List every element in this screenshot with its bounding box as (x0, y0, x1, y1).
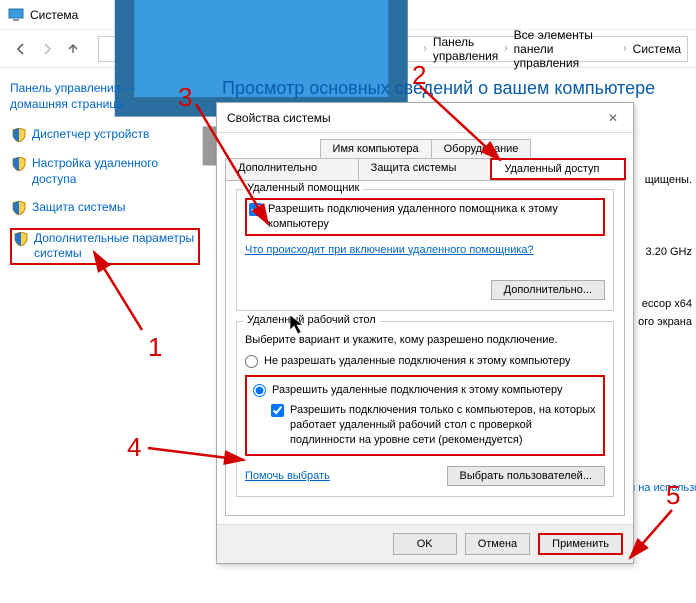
computer-icon (8, 7, 24, 23)
rd-nla-checkbox[interactable] (271, 404, 284, 417)
rd-option-disallow[interactable]: Не разрешать удаленные подключения к это… (245, 354, 605, 369)
tab-panel-remote: Удаленный помощник Разрешить подключения… (225, 180, 625, 516)
sidebar-item-label: Защита системы (32, 200, 125, 216)
bg-text: я на использов (629, 482, 696, 494)
window-title: Система (30, 8, 78, 22)
allow-ra-label: Разрешить подключения удаленного помощни… (268, 202, 601, 232)
sidebar: Панель управления — домашняя страница Ди… (0, 68, 210, 603)
ra-help-link[interactable]: Что происходит при включении удаленного … (245, 244, 534, 256)
sidebar-item-device-manager[interactable]: Диспетчер устройств (10, 126, 200, 144)
chevron-right-icon: › (623, 43, 626, 54)
rd-help-link[interactable]: Помочь выбрать (245, 470, 330, 482)
dialog-titlebar: Свойства системы ✕ (217, 103, 633, 133)
tab-hardware[interactable]: Оборудование (431, 139, 532, 158)
sidebar-home-l2: домашняя страница (10, 97, 123, 111)
annotation-2: 2 (412, 60, 426, 91)
rd-option-allow[interactable]: Разрешить удаленные подключения к этому … (253, 383, 597, 398)
group-title: Удаленный рабочий стол (243, 314, 380, 326)
up-button[interactable] (60, 36, 86, 62)
sidebar-home-l1: Панель управления — (10, 81, 136, 95)
shield-icon (14, 232, 28, 246)
close-button[interactable]: ✕ (603, 111, 623, 125)
group-title: Удаленный помощник (243, 182, 363, 194)
sidebar-item-system-protection[interactable]: Защита системы (10, 199, 200, 217)
breadcrumb-item[interactable]: Панель управления (433, 35, 498, 63)
tab-remote[interactable]: Удаленный доступ (490, 158, 626, 180)
annotation-3: 3 (178, 82, 192, 113)
rd-nla-label: Разрешить подключения только с компьютер… (290, 403, 597, 448)
rd-nla-checkbox-row[interactable]: Разрешить подключения только с компьютер… (271, 403, 597, 448)
ok-button[interactable]: OK (393, 533, 457, 555)
tab-advanced[interactable]: Дополнительно (225, 158, 359, 180)
navbar: › Панель управления › Все элементы панел… (0, 30, 696, 68)
bg-text: ессор x64 (642, 298, 692, 310)
rd-radio-allow[interactable] (253, 384, 266, 397)
allow-ra-checkbox-row[interactable]: Разрешить подключения удаленного помощни… (245, 198, 605, 236)
forward-button[interactable] (34, 36, 60, 62)
allow-ra-checkbox[interactable] (249, 203, 262, 216)
chevron-right-icon: › (424, 43, 427, 54)
ra-advanced-button[interactable]: Дополнительно... (491, 280, 605, 300)
bg-text: 3.20 GHz (646, 246, 692, 258)
breadcrumb-item[interactable]: Все элементы панели управления (514, 28, 618, 70)
page-title: Просмотр основных сведений о вашем компь… (222, 78, 684, 99)
sidebar-item-label: Дополнительные параметры системы (34, 231, 196, 262)
rd-radio-label: Разрешить удаленные подключения к этому … (272, 383, 563, 398)
rd-radio-disallow[interactable] (245, 355, 258, 368)
rd-hint: Выберите вариант и укажите, кому разреше… (245, 334, 605, 346)
sidebar-home-link[interactable]: Панель управления — домашняя страница (10, 80, 200, 112)
breadcrumb-item[interactable]: Система (633, 42, 681, 56)
shield-icon (12, 201, 26, 215)
sidebar-item-label: Диспетчер устройств (32, 127, 149, 143)
cancel-button[interactable]: Отмена (465, 533, 530, 555)
shield-icon (12, 157, 26, 171)
sidebar-item-remote-settings[interactable]: Настройка удаленного доступа (10, 155, 200, 188)
chevron-right-icon: › (504, 43, 507, 54)
rd-radio-label: Не разрешать удаленные подключения к это… (264, 354, 571, 369)
main-panel: Просмотр основных сведений о вашем компь… (210, 68, 696, 603)
breadcrumb[interactable]: › Панель управления › Все элементы панел… (98, 36, 688, 62)
dialog-tabs: Имя компьютера Оборудование Дополнительн… (217, 133, 633, 180)
select-users-button[interactable]: Выбрать пользователей... (447, 466, 606, 486)
tab-protection[interactable]: Защита системы (358, 158, 492, 180)
back-button[interactable] (8, 36, 34, 62)
annotation-4: 4 (127, 432, 141, 463)
shield-icon (12, 128, 26, 142)
sidebar-item-label: Настройка удаленного доступа (32, 156, 198, 187)
dialog-title: Свойства системы (227, 111, 331, 125)
dialog-buttons: OK Отмена Применить (217, 524, 633, 563)
annotation-1: 1 (148, 332, 162, 363)
sidebar-item-advanced-settings[interactable]: Дополнительные параметры системы (10, 228, 200, 265)
annotation-5: 5 (666, 480, 680, 511)
bg-text: ого экрана (638, 316, 692, 328)
apply-button[interactable]: Применить (538, 533, 623, 555)
bg-text: щищены. (645, 174, 692, 186)
rd-option-allow-box: Разрешить удаленные подключения к этому … (245, 375, 605, 456)
tab-computer-name[interactable]: Имя компьютера (320, 139, 432, 158)
group-remote-assistance: Удаленный помощник Разрешить подключения… (236, 189, 614, 311)
group-remote-desktop: Удаленный рабочий стол Выберите вариант … (236, 321, 614, 497)
system-properties-dialog: Свойства системы ✕ Имя компьютера Оборуд… (216, 102, 634, 564)
